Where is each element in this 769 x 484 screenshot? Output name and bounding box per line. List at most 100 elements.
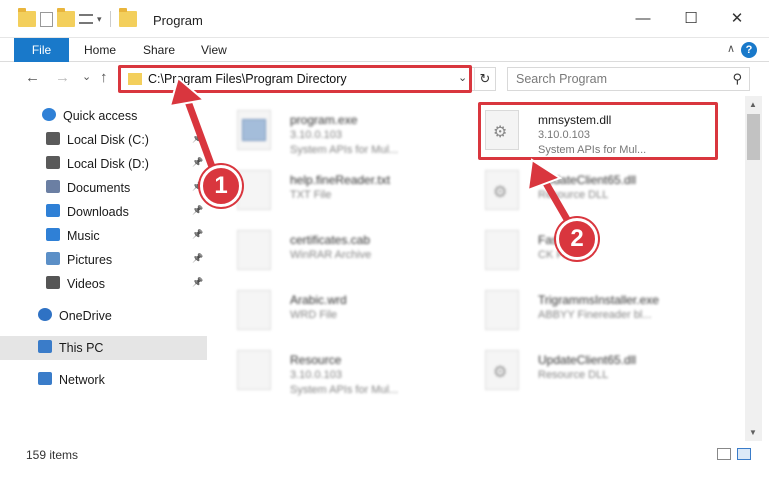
file-item-program-exe[interactable]: program.exe 3.10.0.103 System APIs for Mul… — [207, 102, 439, 158]
sidebar-item-quick-access[interactable]: Quick access — [0, 104, 207, 128]
collapse-ribbon-icon[interactable]: ∧ — [727, 42, 735, 55]
quick-access-toolbar: ▾ — [18, 8, 137, 27]
videos-icon — [46, 276, 60, 289]
file-detail: ABBYY Finereader bl... — [538, 309, 652, 321]
sidebar-item-videos[interactable]: Videos 📌 — [0, 272, 207, 296]
sidebar-item-local-disk-d[interactable]: Local Disk (D:) 📌 — [0, 152, 207, 176]
winrar-icon — [237, 230, 271, 270]
sidebar-item-label: Downloads — [67, 205, 129, 219]
file-item-certificates-cab[interactable]: certificates.cab WinRAR Archive — [207, 222, 439, 278]
minimize-button[interactable]: — — [620, 6, 666, 32]
help-icon[interactable]: ? — [741, 42, 757, 58]
txt-icon — [237, 170, 271, 210]
up-button[interactable]: ↑ — [100, 69, 108, 86]
sidebar-item-label: Quick access — [63, 109, 138, 123]
navigation-bar: ← → ⌄ ↑ C:\Program Files\Program Directo… — [0, 62, 769, 96]
app-icon — [485, 290, 519, 330]
item-count: 159 items — [26, 448, 79, 462]
pin-icon: 📌 — [192, 253, 204, 263]
file-name: UpdateClient65.dll — [538, 353, 637, 367]
sidebar-item-downloads[interactable]: Downloads 📌 — [0, 200, 207, 224]
sidebar-item-label: Pictures — [67, 253, 113, 267]
file-detail: WinRAR Archive — [290, 249, 372, 261]
file-name: Resource — [290, 353, 342, 367]
file-item-trigrammsinstaller-exe[interactable]: TrigrammsInstaller.exe ABBYY Finereader b… — [455, 282, 687, 338]
sidebar-item-network[interactable]: Network — [0, 368, 207, 392]
customize-toolbar-icon[interactable] — [79, 14, 93, 24]
folder-icon — [118, 8, 137, 27]
details-view-icon[interactable] — [717, 448, 731, 460]
drive-icon — [46, 156, 60, 169]
window-icon — [242, 119, 266, 141]
search-input[interactable]: Search Program ⚲ — [507, 67, 750, 91]
gear-icon: ⚙ — [493, 184, 508, 201]
file-detail: 3.10.0.103 — [290, 369, 342, 381]
navigation-pane: Quick access Local Disk (C:) 📌 Local Disk (… — [0, 96, 207, 441]
gear-icon: ⚙ — [493, 364, 508, 381]
tab-view[interactable]: View — [201, 38, 227, 62]
downloads-icon — [46, 204, 60, 217]
tab-file[interactable]: File — [14, 38, 69, 62]
search-icon[interactable]: ⚲ — [732, 71, 742, 87]
sidebar-item-label: OneDrive — [59, 309, 112, 323]
folder-icon — [18, 8, 36, 27]
file-item-arabic-wrd[interactable]: Arabic.wrd WRD File — [207, 282, 439, 338]
sidebar-item-label: Videos — [67, 277, 105, 291]
pictures-icon — [46, 252, 60, 265]
sidebar-item-music[interactable]: Music 📌 — [0, 224, 207, 248]
sidebar-item-label: Network — [59, 373, 105, 387]
sidebar-item-label: Local Disk (D:) — [67, 157, 149, 171]
network-icon — [38, 372, 52, 385]
pin-icon: 📌 — [192, 229, 204, 239]
file-item-help-finereader-txt[interactable]: help.fineReader.txt TXT File — [207, 162, 439, 218]
refresh-button[interactable]: ↻ — [474, 68, 495, 90]
scroll-thumb[interactable] — [747, 114, 760, 160]
tiles-view-icon[interactable] — [737, 448, 751, 460]
file-item-updateclient65-dll[interactable]: ⚙ UpdateClient65.dll Resource DLL — [455, 162, 687, 218]
tab-home[interactable]: Home — [84, 38, 116, 62]
file-item-updateclient65-dll[interactable]: ⚙ UpdateClient65.dll Resource DLL — [455, 342, 687, 398]
file-name: certificates.cab — [290, 233, 371, 247]
file-name: TrigrammsInstaller.exe — [538, 293, 659, 307]
file-item-resource[interactable]: Resource 3.10.0.103 System APIs for Mul... — [207, 342, 439, 398]
file-detail: TXT File — [290, 189, 332, 201]
scroll-down-icon[interactable]: ▼ — [749, 428, 757, 437]
file-detail: WRD File — [290, 309, 338, 321]
pin-icon: 📌 — [192, 205, 204, 215]
scroll-up-icon[interactable]: ▲ — [749, 100, 757, 109]
tab-share[interactable]: Share — [143, 38, 175, 62]
ribbon: File Home Share View ∧ ? — [0, 38, 769, 62]
vertical-scrollbar[interactable]: ▲ ▼ — [745, 96, 762, 441]
music-icon — [46, 228, 60, 241]
file-detail: Resource DLL — [538, 189, 609, 201]
sidebar-item-documents[interactable]: Documents 📌 — [0, 176, 207, 200]
separator — [109, 11, 111, 27]
file-name: program.exe — [290, 113, 358, 127]
computer-icon — [38, 340, 52, 353]
title-bar: ▾ Program — ☐ ✕ — [0, 0, 769, 38]
file-detail: Resource DLL — [538, 369, 609, 381]
dll-gear-icon: ⚙ — [485, 170, 519, 210]
exe-icon — [237, 110, 271, 150]
file-description: System APIs for Mul... — [290, 384, 399, 396]
sidebar-item-onedrive[interactable]: OneDrive — [0, 304, 207, 328]
sidebar-item-label: This PC — [59, 341, 104, 355]
file-icon — [485, 230, 519, 270]
sidebar-item-pictures[interactable]: Pictures 📌 — [0, 248, 207, 272]
documents-icon — [46, 180, 60, 193]
address-highlight-box — [118, 65, 472, 93]
new-folder-icon[interactable] — [57, 8, 75, 27]
sidebar-item-label: Documents — [67, 181, 131, 195]
sidebar-item-this-pc[interactable]: This PC — [0, 336, 207, 360]
forward-button[interactable]: → — [55, 69, 70, 86]
search-placeholder: Search Program — [516, 72, 608, 86]
close-button[interactable]: ✕ — [714, 6, 760, 32]
maximize-button[interactable]: ☐ — [668, 6, 714, 32]
status-bar: 159 items — [0, 441, 769, 484]
properties-icon[interactable] — [40, 11, 53, 27]
sidebar-item-local-disk-c[interactable]: Local Disk (C:) 📌 — [0, 128, 207, 152]
back-button[interactable]: ← — [25, 69, 40, 86]
recent-locations-button[interactable]: ⌄ — [82, 70, 91, 83]
chevron-down-icon[interactable]: ▾ — [97, 14, 102, 25]
file-detail: 3.10.0.103 — [290, 129, 342, 141]
